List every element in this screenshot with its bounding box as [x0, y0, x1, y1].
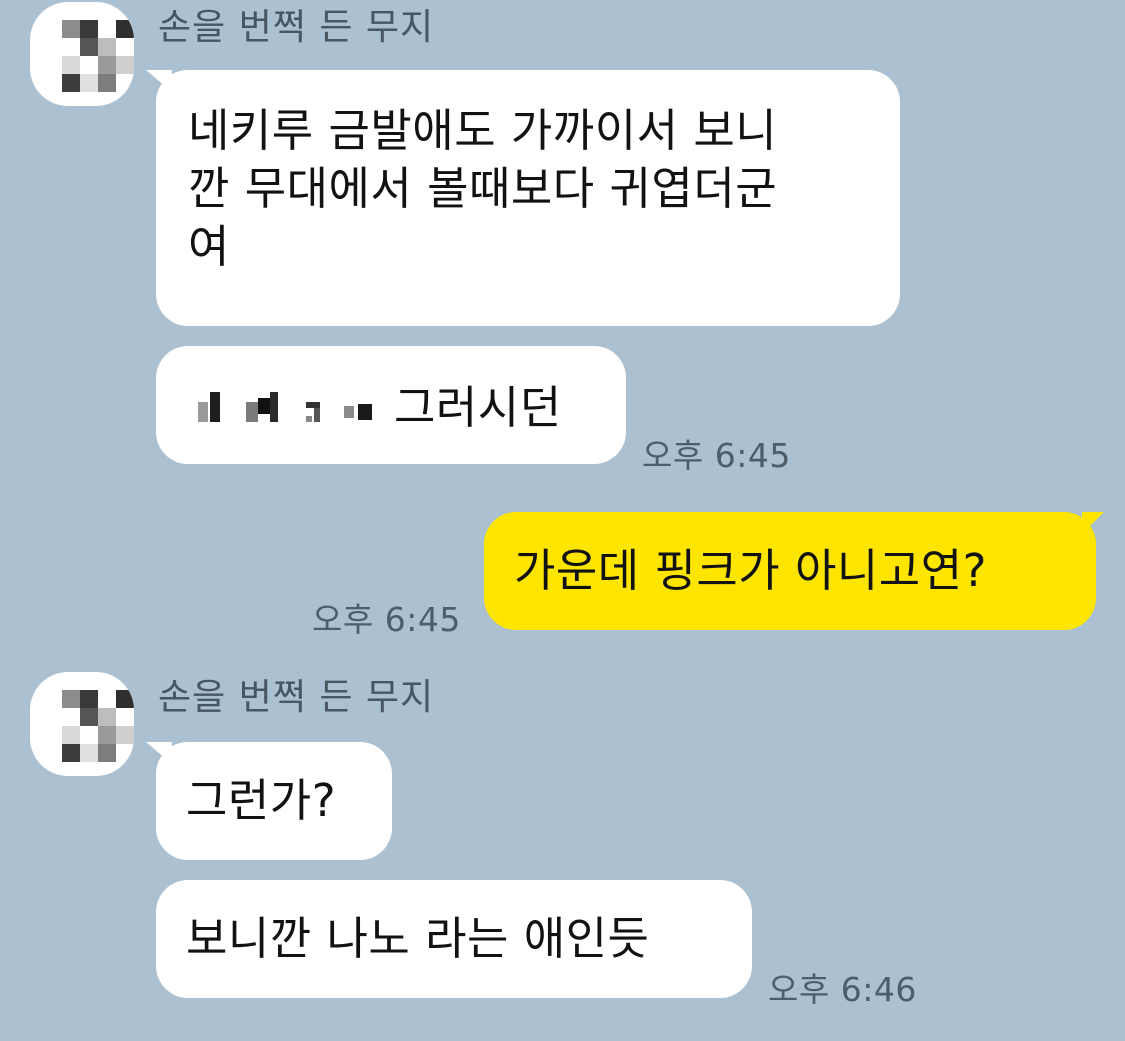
avatar[interactable] — [30, 672, 134, 776]
message-text-line: 네키루 금발애도 가까이서 보니 — [188, 104, 778, 157]
message-bubble[interactable]: 보니깐 나노 라는 애인듯 — [156, 880, 752, 998]
bubble-tail — [1082, 512, 1104, 534]
message-text-line: 깐 무대에서 볼때보다 귀엽더군 — [188, 162, 778, 215]
message-text: 보니깐 나노 라는 애인듯 — [186, 912, 650, 965]
chat-screen: 손을 번쩍 든 무지 네키루 금발애도 가까이서 보니 깐 무대에서 볼때보다 … — [0, 0, 1125, 1041]
message-bubble-outgoing[interactable]: 가운데 핑크가 아니고연? — [484, 512, 1096, 630]
sender-name: 손을 번쩍 든 무지 — [158, 677, 435, 718]
sender-name: 손을 번쩍 든 무지 — [158, 7, 435, 48]
message-text: 가운데 핑크가 아니고연? — [514, 544, 987, 597]
timestamp: 오후 6:46 — [768, 970, 917, 1009]
redacted-mosaic — [198, 388, 382, 428]
message-text: 그러시던 — [394, 381, 562, 434]
avatar[interactable] — [30, 2, 134, 106]
message-text: 그런가? — [186, 774, 337, 827]
timestamp: 오후 6:45 — [642, 436, 791, 475]
message-bubble[interactable]: 그러시던 — [156, 346, 626, 464]
message-text-line: 여 — [188, 220, 230, 273]
timestamp: 오후 6:45 — [312, 600, 461, 639]
message-bubble[interactable]: 네키루 금발애도 가까이서 보니 깐 무대에서 볼때보다 귀엽더군 여 — [156, 70, 900, 326]
message-bubble[interactable]: 그런가? — [156, 742, 392, 860]
